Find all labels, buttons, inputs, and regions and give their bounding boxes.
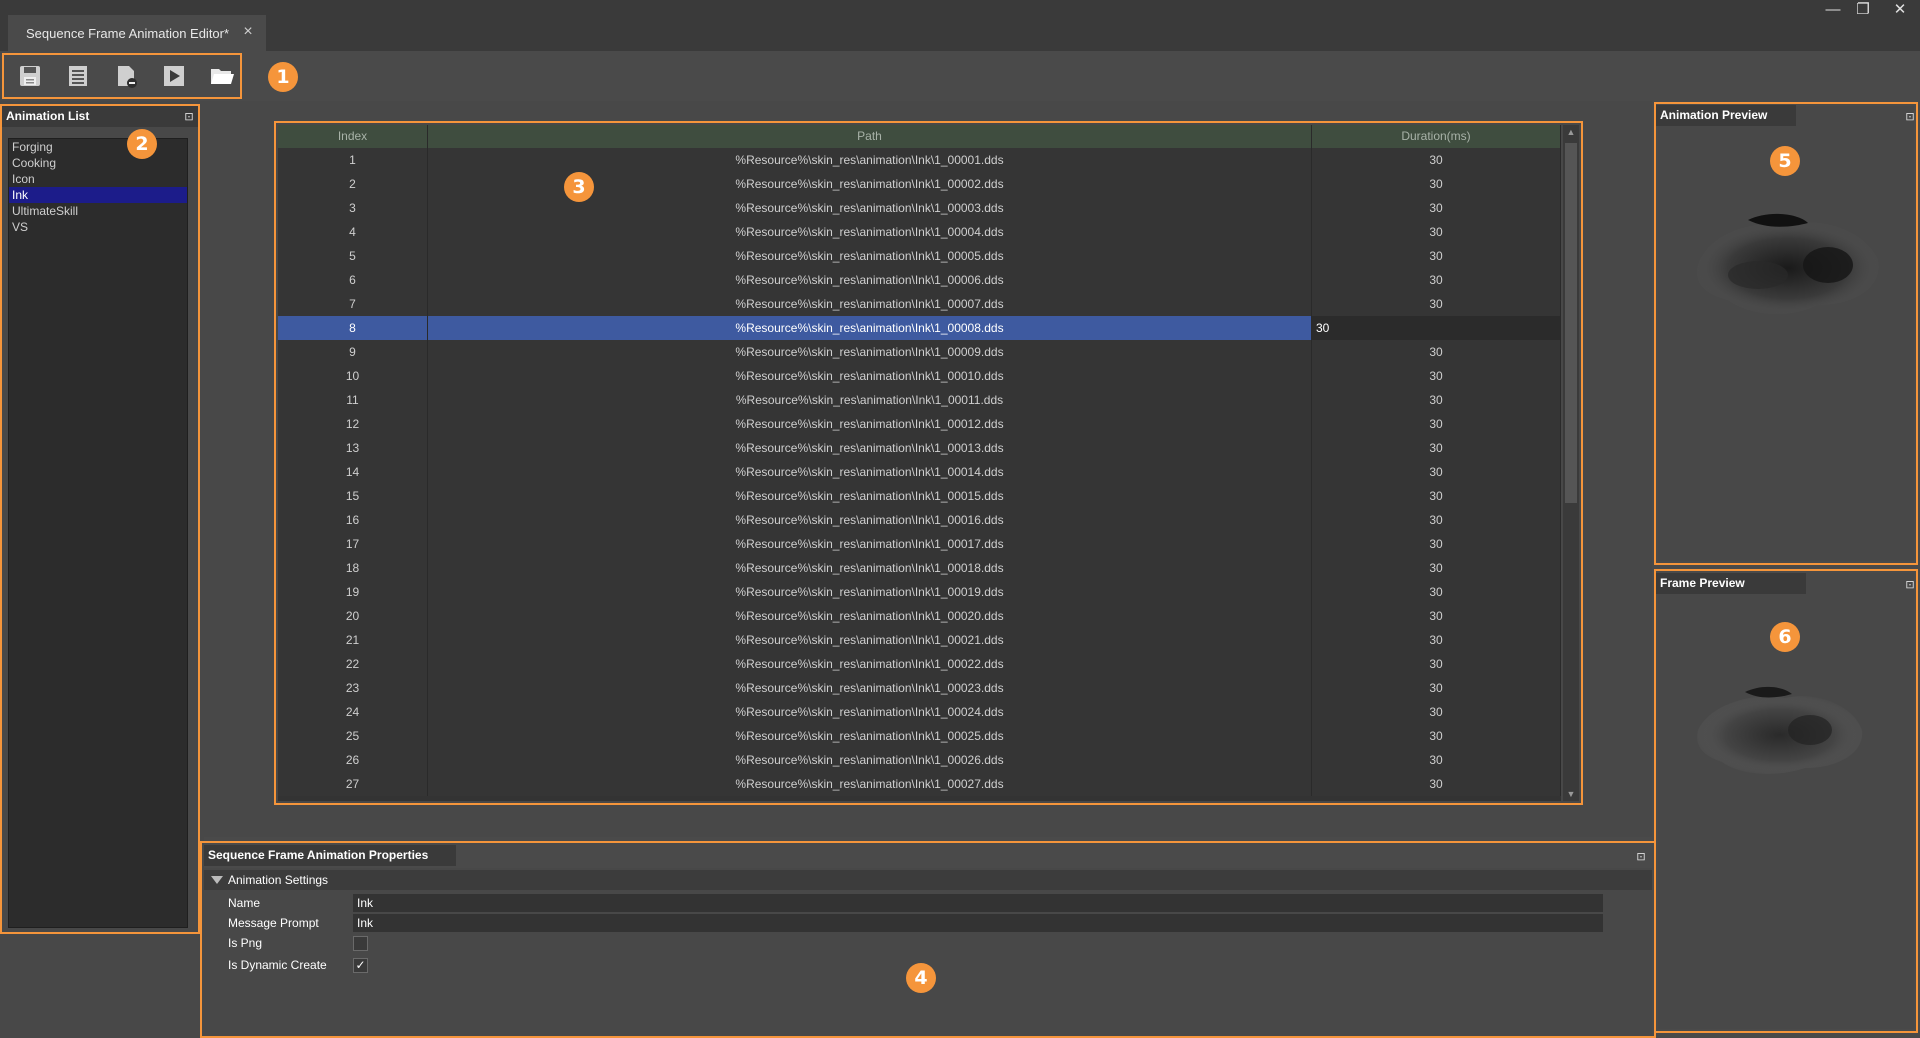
animation-list-item[interactable]: Icon — [9, 171, 187, 187]
collapse-triangle-icon[interactable] — [211, 876, 223, 884]
table-panel — [274, 121, 1583, 805]
animation-list-item[interactable]: Cooking — [9, 155, 187, 171]
name-field[interactable]: Ink — [353, 894, 1603, 912]
toolbar-group — [2, 53, 242, 99]
play-icon[interactable] — [160, 62, 188, 90]
prop-row-message-prompt: Message Prompt Ink — [204, 913, 1652, 933]
frame-preview-title: Frame Preview — [1656, 573, 1806, 594]
prop-row-name: Name Ink — [204, 893, 1652, 913]
animation-preview-image — [1688, 205, 1888, 325]
is-dynamic-create-label: Is Dynamic Create — [228, 958, 327, 972]
callout-4: 4 — [906, 963, 936, 993]
title-bar: Sequence Frame Animation Editor* × — ❐ ✕ — [0, 0, 1920, 51]
animation-list-item[interactable]: UltimateSkill — [9, 203, 187, 219]
save-icon[interactable] — [16, 62, 44, 90]
list-icon[interactable] — [64, 62, 92, 90]
section-title: Animation Settings — [228, 873, 329, 887]
callout-5: 5 — [1770, 146, 1800, 176]
is-png-label: Is Png — [228, 936, 263, 950]
animation-preview-title: Animation Preview — [1656, 105, 1796, 126]
animation-list: Forging Cooking Icon Ink UltimateSkill VS — [8, 138, 188, 928]
callout-6: 6 — [1770, 622, 1800, 652]
minimize-icon[interactable]: — — [1818, 0, 1848, 22]
document-tab[interactable]: Sequence Frame Animation Editor* × — [8, 15, 266, 51]
is-dynamic-create-checkbox[interactable]: ✓ — [353, 958, 368, 973]
frame-preview-image — [1690, 680, 1870, 780]
restore-icon[interactable]: ❐ — [1848, 0, 1878, 22]
animation-list-item[interactable]: VS — [9, 219, 187, 235]
properties-title: Sequence Frame Animation Properties — [204, 845, 456, 866]
callout-3: 3 — [564, 172, 594, 202]
properties-pin-icon[interactable]: ⊡ — [1635, 851, 1647, 863]
animation-list-title: Animation List — [2, 106, 112, 127]
prop-row-is-png: Is Png — [204, 933, 1652, 953]
animation-list-item[interactable]: Forging — [9, 139, 187, 155]
message-prompt-label: Message Prompt — [228, 916, 319, 930]
callout-2: 2 — [127, 129, 157, 159]
pin-icon[interactable]: ⊡ — [183, 111, 195, 123]
document-tab-title: Sequence Frame Animation Editor* — [26, 25, 230, 41]
animation-settings-section[interactable]: Animation Settings — [204, 870, 1652, 890]
message-prompt-field[interactable]: Ink — [353, 914, 1603, 932]
remove-file-icon[interactable] — [112, 62, 140, 90]
window-close-icon[interactable]: ✕ — [1885, 0, 1915, 22]
name-label: Name — [228, 896, 261, 910]
callout-1: 1 — [268, 62, 298, 92]
animation-list-item[interactable]: Ink — [9, 187, 187, 203]
frame-preview-pin-icon[interactable]: ⊡ — [1904, 579, 1916, 591]
animation-preview-pin-icon[interactable]: ⊡ — [1904, 111, 1916, 123]
close-tab-icon[interactable]: × — [240, 24, 256, 40]
is-png-checkbox[interactable] — [353, 936, 368, 951]
open-folder-icon[interactable] — [208, 62, 236, 90]
